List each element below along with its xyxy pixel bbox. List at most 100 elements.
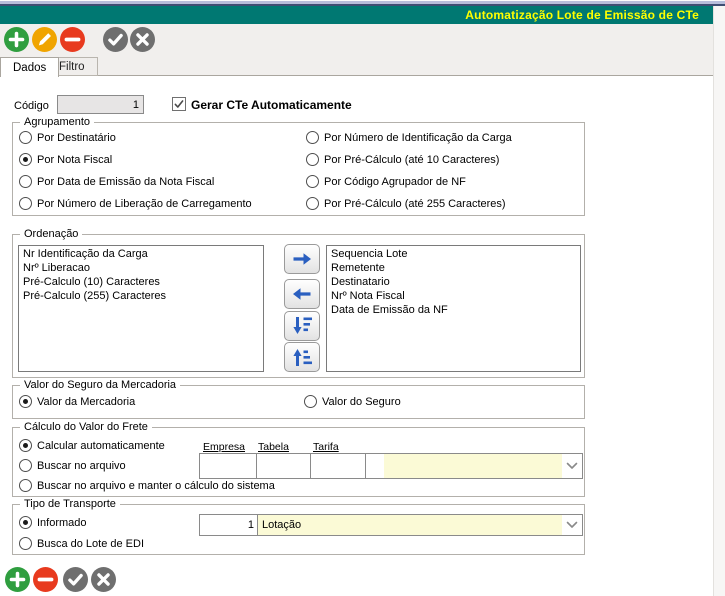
add-button[interactable]: [4, 27, 29, 52]
scrollbar-gutter[interactable]: [713, 6, 725, 596]
codigo-label: Código: [14, 100, 49, 112]
gerar-cte-label: Gerar CTe Automaticamente: [191, 98, 352, 112]
group-tipo-transporte-title: Tipo de Transporte: [20, 498, 120, 510]
automacao-cte-window: Automatização Lote de Emissão de CTe Dad…: [0, 0, 725, 596]
radio-por-numero-identificacao[interactable]: Por Número de Identificação da Carga: [306, 131, 512, 144]
empresa-input[interactable]: [200, 454, 256, 478]
radio-por-data-emissao[interactable]: Por Data de Emissão da Nota Fiscal: [19, 175, 214, 188]
radio-busca-lote-edi[interactable]: Busca do Lote de EDI: [19, 537, 144, 550]
radio-por-destinatario[interactable]: Por Destinatário: [19, 131, 116, 144]
tab-dados[interactable]: Dados: [0, 57, 60, 77]
confirm-check-icon: [68, 573, 83, 586]
tarifa-column-label: Tarifa: [313, 441, 339, 453]
radio-button[interactable]: [19, 479, 32, 492]
frete-fields: [199, 453, 583, 479]
list-item[interactable]: Remetente: [327, 261, 580, 275]
radio-por-numero-liberacao[interactable]: Por Número de Liberação de Carregamento: [19, 197, 252, 210]
ordenacao-chosen-list[interactable]: Sequencia Lote Remetente Destinatario Nr…: [326, 245, 581, 372]
toolbar-top: [0, 24, 713, 57]
titlebar: Automatização Lote de Emissão de CTe: [0, 6, 713, 24]
add-button-bottom[interactable]: [5, 567, 30, 592]
transporte-combo-dropdown[interactable]: [562, 515, 582, 535]
list-item[interactable]: Destinatario: [327, 275, 580, 289]
remove-button-bottom[interactable]: [33, 567, 58, 592]
radio-por-nota-fiscal[interactable]: Por Nota Fiscal: [19, 153, 112, 166]
tabela-column-label: Tabela: [258, 441, 289, 453]
radio-por-precalculo-10[interactable]: Por Pré-Cálculo (até 10 Caracteres): [306, 153, 499, 166]
tarifa-combo-value[interactable]: [384, 454, 563, 478]
move-down-button[interactable]: [284, 311, 320, 341]
radio-button[interactable]: [306, 153, 319, 166]
radio-buscar-arquivo-manter[interactable]: Buscar no arquivo e manter o cálculo do …: [19, 479, 275, 492]
transporte-fields: Lotação: [199, 514, 583, 536]
group-valor-seguro-title: Valor do Seguro da Mercadoria: [20, 379, 181, 391]
tab-dados-label: Dados: [13, 61, 47, 74]
codigo-input[interactable]: [57, 95, 144, 114]
edit-pencil-icon: [38, 33, 51, 46]
confirm-button[interactable]: [103, 27, 128, 52]
radio-button[interactable]: [19, 537, 32, 550]
confirm-check-icon: [108, 33, 123, 46]
group-calculo-frete: Cálculo do Valor do Frete Calcular autom…: [12, 421, 585, 497]
empresa-column-label: Empresa: [203, 441, 246, 453]
radio-valor-seguro[interactable]: Valor do Seguro: [304, 395, 401, 408]
radio-button-selected[interactable]: [19, 439, 32, 452]
form-body: Código Gerar CTe Automaticamente Agrupam…: [0, 76, 713, 596]
radio-button[interactable]: [19, 459, 32, 472]
remove-icon: [64, 37, 81, 42]
group-ordenacao: Ordenação Nr Identificação da Carga Nrº …: [12, 228, 585, 378]
radio-informado[interactable]: Informado: [19, 516, 87, 529]
radio-button[interactable]: [19, 175, 32, 188]
tarifa-input[interactable]: [311, 454, 366, 478]
radio-por-codigo-agrupador[interactable]: Por Código Agrupador de NF: [306, 175, 466, 188]
radio-calcular-automaticamente[interactable]: Calcular automaticamente: [19, 439, 165, 452]
radio-button[interactable]: [304, 395, 317, 408]
move-up-icon: [293, 349, 312, 366]
radio-button[interactable]: [306, 197, 319, 210]
cancel-button-bottom[interactable]: [91, 567, 116, 592]
move-right-button[interactable]: [284, 244, 320, 274]
cancel-x-icon: [136, 33, 149, 46]
radio-buscar-arquivo[interactable]: Buscar no arquivo: [19, 459, 126, 472]
transporte-codigo-input[interactable]: [200, 515, 257, 535]
chevron-down-icon: [566, 462, 578, 469]
radio-valor-mercadoria[interactable]: Valor da Mercadoria: [19, 395, 135, 408]
group-tipo-transporte: Tipo de Transporte Informado Busca do Lo…: [12, 498, 585, 555]
move-right-icon: [293, 253, 311, 265]
move-left-button[interactable]: [284, 279, 320, 309]
confirm-button-bottom[interactable]: [63, 567, 88, 592]
add-icon: [8, 31, 25, 48]
edit-button[interactable]: [32, 27, 57, 52]
list-item[interactable]: Pré-Calculo (255) Caracteres: [19, 289, 263, 303]
remove-button[interactable]: [60, 27, 85, 52]
radio-button[interactable]: [306, 131, 319, 144]
transporte-combo-value[interactable]: Lotação: [258, 515, 562, 535]
check-icon: [174, 100, 184, 108]
group-valor-seguro: Valor do Seguro da Mercadoria Valor da M…: [12, 379, 585, 419]
group-agrupamento: Agrupamento Por Destinatário Por Nota Fi…: [12, 116, 585, 216]
radio-button-selected[interactable]: [19, 153, 32, 166]
radio-button[interactable]: [19, 131, 32, 144]
list-item[interactable]: Pré-Calculo (10) Caracteres: [19, 275, 263, 289]
list-item[interactable]: Data de Emissão da NF: [327, 303, 580, 317]
list-item[interactable]: Nr Identificação da Carga: [19, 247, 263, 261]
group-ordenacao-title: Ordenação: [20, 228, 83, 240]
list-item[interactable]: Sequencia Lote: [327, 247, 580, 261]
window-title: Automatização Lote de Emissão de CTe: [465, 8, 699, 22]
list-item[interactable]: Nrº Liberacao: [19, 261, 263, 275]
radio-button-selected[interactable]: [19, 395, 32, 408]
move-up-button[interactable]: [284, 342, 320, 372]
radio-button-selected[interactable]: [19, 516, 32, 529]
radio-button[interactable]: [19, 197, 32, 210]
radio-button[interactable]: [306, 175, 319, 188]
add-icon: [9, 571, 26, 588]
tarifa-combo-dropdown[interactable]: [562, 454, 582, 478]
chevron-down-icon: [566, 521, 578, 528]
cancel-button[interactable]: [130, 27, 155, 52]
tabela-input[interactable]: [256, 454, 311, 478]
list-item[interactable]: Nrº Nota Fiscal: [327, 289, 580, 303]
gerar-cte-checkbox[interactable]: [172, 97, 186, 111]
radio-por-precalculo-255[interactable]: Por Pré-Cálculo (até 255 Caracteres): [306, 197, 506, 210]
ordenacao-available-list[interactable]: Nr Identificação da Carga Nrº Liberacao …: [18, 245, 264, 372]
